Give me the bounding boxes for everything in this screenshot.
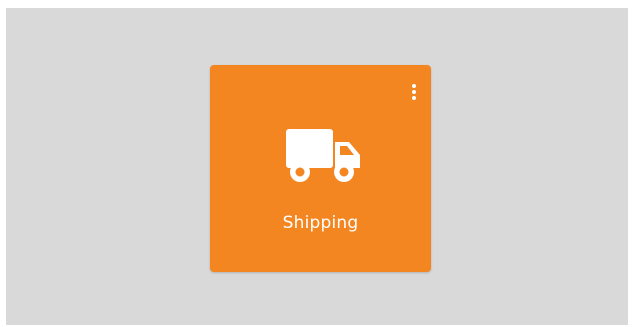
more-vertical-icon-dot: [412, 90, 416, 94]
shipping-tile[interactable]: Shipping: [210, 65, 431, 272]
more-vertical-icon: [412, 84, 416, 88]
tile-label: Shipping: [282, 213, 359, 233]
page-background: Shipping: [6, 8, 628, 325]
more-options-button[interactable]: [408, 81, 420, 103]
more-vertical-icon-dot: [412, 96, 416, 100]
truck-icon: [286, 129, 360, 182]
